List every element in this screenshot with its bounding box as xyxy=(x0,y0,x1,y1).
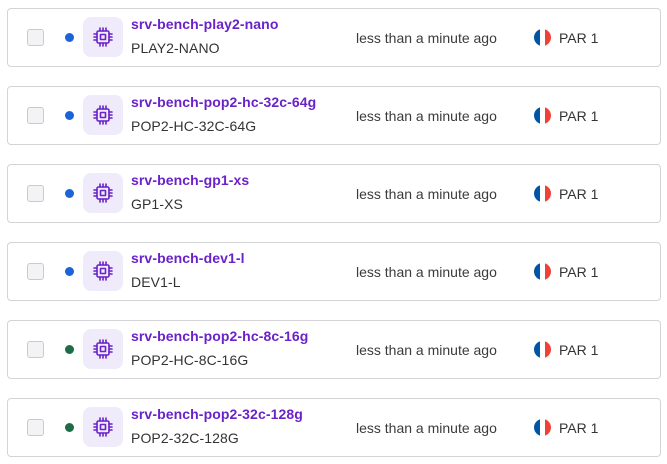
created-time: less than a minute ago xyxy=(356,420,497,436)
france-flag-icon xyxy=(534,107,551,124)
created-time: less than a minute ago xyxy=(356,342,497,358)
cpu-chip-icon xyxy=(83,251,123,291)
france-flag-icon xyxy=(534,341,551,358)
zone-label: PAR 1 xyxy=(559,108,599,124)
server-name-link[interactable]: srv-bench-play2-nano xyxy=(131,16,278,32)
created-time: less than a minute ago xyxy=(356,186,497,202)
cpu-chip-icon xyxy=(83,95,123,135)
cpu-chip-icon xyxy=(83,17,123,57)
status-dot xyxy=(65,33,74,42)
server-type: POP2-32C-128G xyxy=(131,430,239,446)
server-name-link[interactable]: srv-bench-dev1-l xyxy=(131,250,245,266)
server-name-link[interactable]: srv-bench-pop2-hc-8c-16g xyxy=(131,328,308,344)
server-type: POP2-HC-8C-16G xyxy=(131,352,249,368)
cpu-chip-icon xyxy=(83,407,123,447)
server-type: POP2-HC-32C-64G xyxy=(131,118,257,134)
server-row: srv-bench-pop2-hc-8c-16g POP2-HC-8C-16G … xyxy=(7,320,661,379)
row-checkbox[interactable] xyxy=(27,107,44,124)
server-row: srv-bench-pop2-32c-128g POP2-32C-128G le… xyxy=(7,398,661,457)
cpu-chip-icon xyxy=(83,329,123,369)
server-row: srv-bench-play2-nano PLAY2-NANO less tha… xyxy=(7,8,661,67)
status-dot xyxy=(65,423,74,432)
france-flag-icon xyxy=(534,29,551,46)
created-time: less than a minute ago xyxy=(356,108,497,124)
row-checkbox[interactable] xyxy=(27,185,44,202)
row-checkbox[interactable] xyxy=(27,419,44,436)
zone-label: PAR 1 xyxy=(559,264,599,280)
server-name-link[interactable]: srv-bench-gp1-xs xyxy=(131,172,249,188)
status-dot xyxy=(65,189,74,198)
server-row: srv-bench-dev1-l DEV1-L less than a minu… xyxy=(7,242,661,301)
created-time: less than a minute ago xyxy=(356,264,497,280)
zone-label: PAR 1 xyxy=(559,186,599,202)
row-checkbox[interactable] xyxy=(27,341,44,358)
zone-label: PAR 1 xyxy=(559,342,599,358)
server-type: PLAY2-NANO xyxy=(131,40,220,56)
row-checkbox[interactable] xyxy=(27,263,44,280)
created-time: less than a minute ago xyxy=(356,30,497,46)
cpu-chip-icon xyxy=(83,173,123,213)
france-flag-icon xyxy=(534,419,551,436)
server-type: GP1-XS xyxy=(131,196,183,212)
server-type: DEV1-L xyxy=(131,274,181,290)
zone-label: PAR 1 xyxy=(559,420,599,436)
server-list: srv-bench-play2-nano PLAY2-NANO less tha… xyxy=(0,0,667,464)
server-row: srv-bench-pop2-hc-32c-64g POP2-HC-32C-64… xyxy=(7,86,661,145)
france-flag-icon xyxy=(534,263,551,280)
server-name-link[interactable]: srv-bench-pop2-32c-128g xyxy=(131,406,303,422)
server-name-link[interactable]: srv-bench-pop2-hc-32c-64g xyxy=(131,94,316,110)
france-flag-icon xyxy=(534,185,551,202)
row-checkbox[interactable] xyxy=(27,29,44,46)
server-row: srv-bench-gp1-xs GP1-XS less than a minu… xyxy=(7,164,661,223)
zone-label: PAR 1 xyxy=(559,30,599,46)
status-dot xyxy=(65,267,74,276)
status-dot xyxy=(65,111,74,120)
status-dot xyxy=(65,345,74,354)
